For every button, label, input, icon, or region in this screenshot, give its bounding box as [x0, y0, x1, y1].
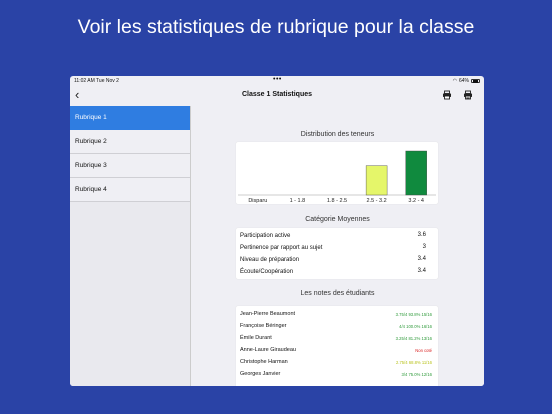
main-content[interactable]: Distribution des teneurs Disparu 1 - 1.8 1…	[191, 106, 484, 386]
distribution-title: Distribution des teneurs	[300, 131, 375, 138]
distribution-chart: Disparu 1 - 1.8 1.8 - 2.5 2.5 - 3.2 3.2 - 4	[238, 150, 436, 204]
sidebar-item-rubrique-2[interactable]: Rubrique 2	[70, 130, 190, 154]
chart-tick-label-2: 1.8 - 2.5	[327, 198, 347, 204]
student-row[interactable]: Émile Durant 3.25/4 81.2% 13/16	[240, 335, 434, 347]
student-name: Jean-Pierre Beaumont	[240, 311, 296, 317]
category-label: Niveau de préparation	[240, 257, 300, 263]
page-title: Classe 1 Statistiques	[241, 91, 313, 98]
chart-tick-label-3: 2.5 - 3.2	[367, 198, 387, 204]
student-name: Émile Durant	[240, 335, 272, 341]
print-all-icon[interactable]	[463, 90, 473, 100]
status-right: ◠ 64%	[453, 78, 480, 84]
headline: Voir les statistiques de rubrique pour l…	[77, 16, 475, 38]
category-row: Niveau de préparation 3.4	[240, 256, 434, 263]
student-grade: 3.25/4 81.2% 13/16	[395, 335, 432, 341]
chart-tick-label-4: 3.2 - 4	[408, 198, 424, 204]
distribution-chart-card: Disparu 1 - 1.8 1.8 - 2.5 2.5 - 3.2 3.2 - 4	[236, 142, 438, 204]
navigation-bar: ‹ Classe 1 Statistiques	[70, 86, 484, 106]
chart-tick-label-1: 1 - 1.8	[290, 198, 306, 204]
category-value: 3	[422, 244, 426, 250]
category-value: 3.4	[417, 268, 426, 274]
student-grade: 2.75/4 68.8% 11/16	[395, 359, 432, 365]
multitasking-dots[interactable]: •••	[273, 76, 282, 83]
category-label: Participation active	[240, 233, 291, 239]
chart-bar-4	[405, 150, 427, 196]
sidebar-item-rubrique-4[interactable]: Rubrique 4	[70, 178, 190, 202]
status-time: 11:02 AM Tue Nov 2	[74, 78, 119, 84]
sidebar: Rubrique 1 Rubrique 2 Rubrique 3 Rubriqu…	[70, 106, 191, 386]
categories-card: Participation active 3.6 Pertinence par …	[236, 228, 438, 279]
sidebar-item-rubrique-1[interactable]: Rubrique 1	[70, 106, 190, 130]
chart-tick-label-0: Disparu	[248, 198, 267, 204]
category-row: Pertinence par rapport au sujet 3	[240, 244, 434, 251]
categories-title: Catégorie Moyennes	[305, 216, 370, 223]
student-name: Anne-Laure Giraudeau	[240, 347, 296, 353]
student-name: Françoise Béringer	[240, 323, 287, 329]
chart-bar-3	[365, 165, 388, 196]
student-name: Christophe Harman	[240, 359, 288, 365]
student-grade: Non coté	[415, 347, 432, 353]
student-grade: 4/4 100.0% 16/16	[399, 323, 432, 329]
print-icon[interactable]	[442, 90, 452, 100]
category-row: Écoute/Coopération 3.4	[240, 268, 434, 275]
category-label: Écoute/Coopération	[240, 269, 294, 275]
student-row[interactable]: Jean-Pierre Beaumont 3.75/4 93.8% 15/16	[240, 311, 434, 323]
wifi-icon: ◠	[452, 78, 457, 84]
student-grade: 3/4 75.0% 12/16	[401, 371, 432, 377]
category-row: Participation active 3.6	[240, 232, 434, 239]
student-row[interactable]: Françoise Béringer 4/4 100.0% 16/16	[240, 323, 434, 335]
tablet-screen: 11:02 AM Tue Nov 2 ••• ◠ 64% ‹ Classe 1 …	[70, 76, 484, 386]
category-value: 3.6	[417, 232, 426, 238]
student-row[interactable]: Anne-Laure Giraudeau Non coté	[240, 347, 434, 359]
category-label: Pertinence par rapport au sujet	[240, 245, 323, 251]
student-grade: 3.75/4 93.8% 15/16	[395, 311, 432, 317]
category-value: 3.4	[417, 256, 426, 262]
battery-percent: 64%	[458, 78, 469, 84]
student-name: Georges Janvier	[240, 371, 281, 377]
student-row[interactable]: Christophe Harman 2.75/4 68.8% 11/16	[240, 359, 434, 371]
battery-icon	[471, 78, 480, 84]
sidebar-item-rubrique-3[interactable]: Rubrique 3	[70, 154, 190, 178]
students-title: Les notes des étudiants	[300, 290, 375, 297]
student-row[interactable]: Georges Janvier 3/4 75.0% 12/16	[240, 371, 434, 383]
students-card: Jean-Pierre Beaumont 3.75/4 93.8% 15/16 …	[236, 306, 438, 386]
status-bar: 11:02 AM Tue Nov 2 ••• ◠ 64%	[70, 76, 484, 86]
